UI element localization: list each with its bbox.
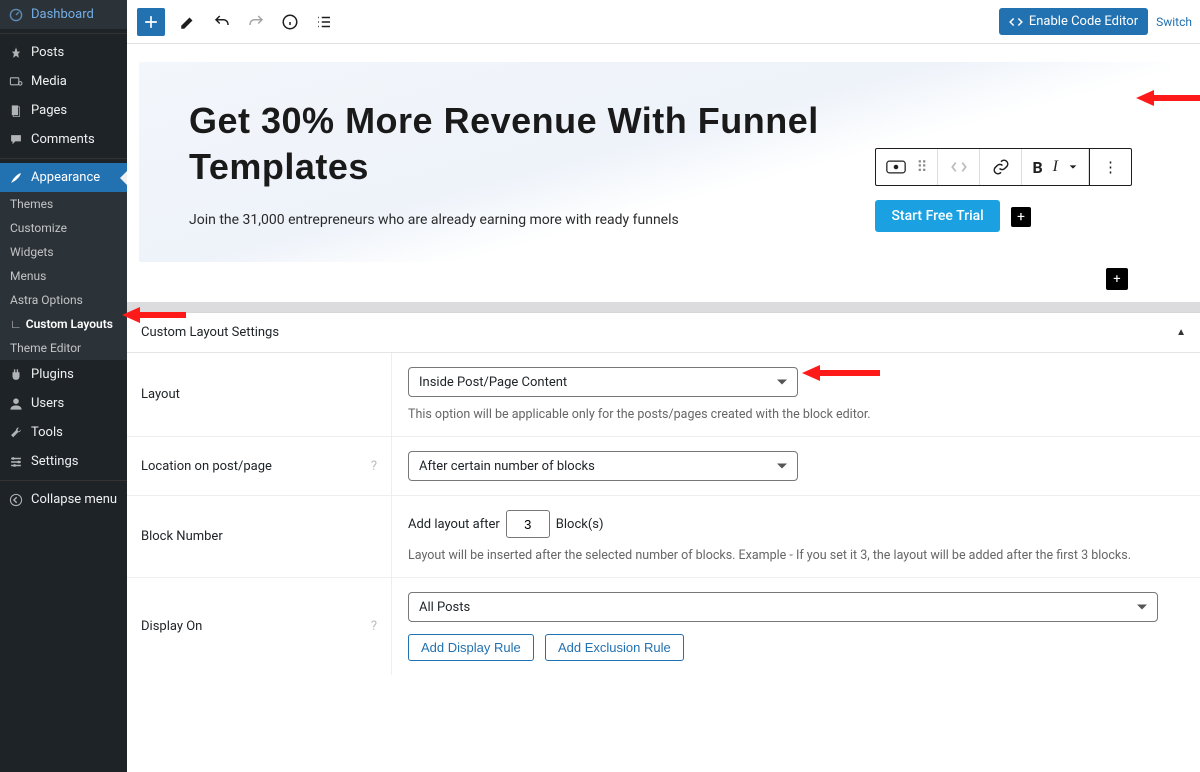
custom-layout-settings-panel: Custom Layout Settings ▲ Layout Inside P… (127, 312, 1200, 675)
panel-header[interactable]: Custom Layout Settings ▲ (127, 313, 1200, 353)
sidebar-item-appearance[interactable]: Appearance (0, 163, 127, 192)
hero-title: Get 30% More Revenue With Funnel Templat… (189, 98, 829, 190)
cta-button[interactable]: Start Free Trial (875, 200, 999, 232)
display-on-select[interactable]: All Posts (408, 592, 1158, 622)
outline-icon[interactable] (313, 11, 335, 33)
display-on-select-value: All Posts (419, 600, 470, 615)
add-display-rule-button[interactable]: Add Display Rule (408, 634, 534, 661)
block-number-help-text: Layout will be inserted after the select… (408, 548, 1184, 563)
sidebar-item-label: Tools (31, 425, 63, 440)
sidebar-item-label: Plugins (31, 367, 74, 382)
sidebar-item-media[interactable]: Media (0, 67, 127, 96)
comment-icon (9, 133, 23, 147)
layout-help-text: This option will be applicable only for … (408, 407, 1184, 422)
sidebar-item-label: Collapse menu (31, 492, 117, 507)
display-on-label: Display On (141, 619, 202, 634)
sidebar-item-label: Posts (31, 45, 64, 60)
location-label: Location on post/page (141, 459, 272, 474)
wrench-icon (9, 426, 23, 440)
sidebar-item-collapse[interactable]: Collapse menu (0, 485, 127, 514)
more-format-dropdown[interactable] (1068, 162, 1078, 172)
sliders-icon (9, 455, 23, 469)
code-editor-label: Enable Code Editor (1029, 14, 1138, 29)
pin-icon (9, 46, 23, 60)
media-icon (9, 75, 23, 89)
enable-code-editor-button[interactable]: Enable Code Editor (999, 8, 1148, 35)
sidebar-item-label: Appearance (31, 170, 100, 185)
italic-button[interactable]: I (1053, 158, 1058, 176)
kebab-icon: ⋮ (1103, 158, 1118, 176)
move-cell[interactable] (938, 149, 980, 185)
block-number-prefix: Add layout after (408, 517, 500, 532)
sidebar-item-dashboard[interactable]: Dashboard (0, 0, 127, 29)
info-icon[interactable] (279, 11, 301, 33)
sidebar-item-label: Pages (31, 103, 67, 118)
layout-select-value: Inside Post/Page Content (419, 375, 567, 390)
switch-link[interactable]: Switch (1156, 15, 1194, 29)
panel-title: Custom Layout Settings (141, 325, 279, 340)
add-block-button[interactable] (137, 8, 165, 36)
page-icon (9, 104, 23, 118)
format-cell: B I (1022, 149, 1089, 185)
block-number-label: Block Number (141, 529, 223, 544)
block-type-cell[interactable]: ⠿ (876, 149, 938, 185)
dashboard-icon (9, 8, 23, 22)
sidebar-sub-menus[interactable]: Menus (0, 264, 127, 288)
sidebar-sub-astra[interactable]: Astra Options (0, 288, 127, 312)
user-icon (9, 397, 23, 411)
editor-toolbar: Enable Code Editor Switch (127, 0, 1200, 44)
sidebar-item-tools[interactable]: Tools (0, 418, 127, 447)
link-button[interactable] (980, 149, 1022, 185)
inline-add-button[interactable]: + (1011, 207, 1031, 227)
location-select-value: After certain number of blocks (419, 459, 595, 474)
redo-icon[interactable] (245, 11, 267, 33)
sidebar-item-comments[interactable]: Comments (0, 125, 127, 154)
block-number-input[interactable] (506, 510, 550, 538)
collapse-icon (9, 493, 23, 507)
help-icon[interactable]: ? (371, 459, 377, 474)
layout-select[interactable]: Inside Post/Page Content (408, 367, 798, 397)
code-icon (1009, 15, 1023, 29)
add-exclusion-rule-button[interactable]: Add Exclusion Rule (545, 634, 684, 661)
layout-label: Layout (141, 387, 180, 402)
sidebar-submenu-appearance: Themes Customize Widgets Menus Astra Opt… (0, 192, 127, 360)
undo-icon[interactable] (211, 11, 233, 33)
main-content: Enable Code Editor Switch Get 30% More R… (127, 0, 1200, 772)
button-block-icon (886, 160, 906, 174)
sidebar-item-label: Media (31, 74, 67, 89)
hero-block[interactable]: Get 30% More Revenue With Funnel Templat… (139, 62, 1170, 262)
sidebar-sub-customize[interactable]: Customize (0, 216, 127, 240)
sidebar-item-users[interactable]: Users (0, 389, 127, 418)
sidebar-sub-themes[interactable]: Themes (0, 192, 127, 216)
block-number-suffix: Block(s) (556, 517, 604, 532)
sidebar-item-posts[interactable]: Posts (0, 38, 127, 67)
block-options-button[interactable]: ⋮ (1089, 149, 1131, 185)
sidebar-item-settings[interactable]: Settings (0, 447, 127, 476)
plugin-icon (9, 368, 23, 382)
sidebar-sub-widgets[interactable]: Widgets (0, 240, 127, 264)
help-icon[interactable]: ? (371, 619, 377, 634)
sidebar-item-label: Dashboard (31, 7, 94, 22)
sidebar-sub-theme-editor[interactable]: Theme Editor (0, 336, 127, 360)
collapse-toggle-icon[interactable]: ▲ (1176, 327, 1186, 338)
sidebar-item-label: Settings (31, 454, 78, 469)
insert-block-button[interactable]: + (1106, 268, 1128, 290)
edit-mode-icon[interactable] (177, 11, 199, 33)
drag-handle-icon[interactable]: ⠿ (916, 158, 927, 176)
admin-sidebar: Dashboard Posts Media Pages Comments App… (0, 0, 127, 772)
sidebar-sub-custom-layouts[interactable]: Custom Layouts (0, 312, 127, 336)
sidebar-item-pages[interactable]: Pages (0, 96, 127, 125)
link-icon (992, 158, 1010, 176)
sidebar-item-label: Users (31, 396, 64, 411)
location-select[interactable]: After certain number of blocks (408, 451, 798, 481)
sidebar-item-plugins[interactable]: Plugins (0, 360, 127, 389)
sidebar-item-label: Comments (31, 132, 95, 147)
brush-icon (9, 171, 23, 185)
block-toolbar-floating: ⠿ B I ⋮ (875, 148, 1132, 186)
bold-button[interactable]: B (1032, 158, 1042, 177)
